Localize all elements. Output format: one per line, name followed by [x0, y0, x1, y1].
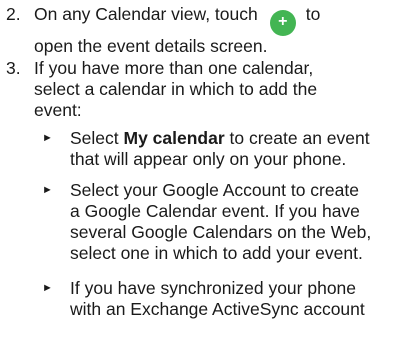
step-text-before: On any Calendar view, touch	[34, 4, 258, 24]
step-text-line2: open the event details screen.	[34, 36, 268, 56]
bullet-text-after: to create an event	[224, 128, 370, 148]
bullet-text: Select your Google Account to create a G…	[70, 180, 416, 264]
bullet-text-line1: Select your Google Account to create	[70, 180, 359, 200]
step-text-after: to	[305, 4, 321, 24]
bullet-arrow-icon: ►	[42, 132, 53, 144]
bullet-text-line2: with an Exchange ActiveSync account	[70, 299, 365, 319]
bullet-arrow-icon: ►	[42, 282, 53, 294]
step-number: 2.	[6, 4, 21, 24]
bullet-text: If you have synchronized your phone with…	[70, 278, 416, 320]
document-page: 2. On any Calendar view, touch + to open t…	[0, 0, 418, 344]
step-text: On any Calendar view, touch + to open the …	[34, 4, 414, 57]
bullet-text-line3: several Google Calendars on the Web,	[70, 222, 372, 242]
bullet-text-line1: If you have synchronized your phone	[70, 278, 357, 298]
bullet-text-before: Select	[70, 128, 124, 148]
step-text-line1: If you have more than one calendar,	[34, 58, 314, 78]
bullet-text-line2: a Google Calendar event. If you have	[70, 201, 360, 221]
bullet-text-line2: that will appear only on your phone.	[70, 149, 347, 169]
bullet-bold-term: My calendar	[123, 128, 225, 148]
step-text-line2: select a calendar in which to add the	[34, 79, 318, 99]
step-number: 3.	[6, 58, 21, 78]
bullet-text: Select My calendar to create an event th…	[70, 128, 416, 170]
step-text-line3: event:	[34, 100, 82, 120]
step-text: If you have more than one calendar, sele…	[34, 58, 414, 121]
bullet-arrow-icon: ►	[42, 184, 53, 196]
bullet-text-line4: select one in which to add your event.	[70, 243, 363, 263]
plus-icon: +	[269, 10, 296, 36]
